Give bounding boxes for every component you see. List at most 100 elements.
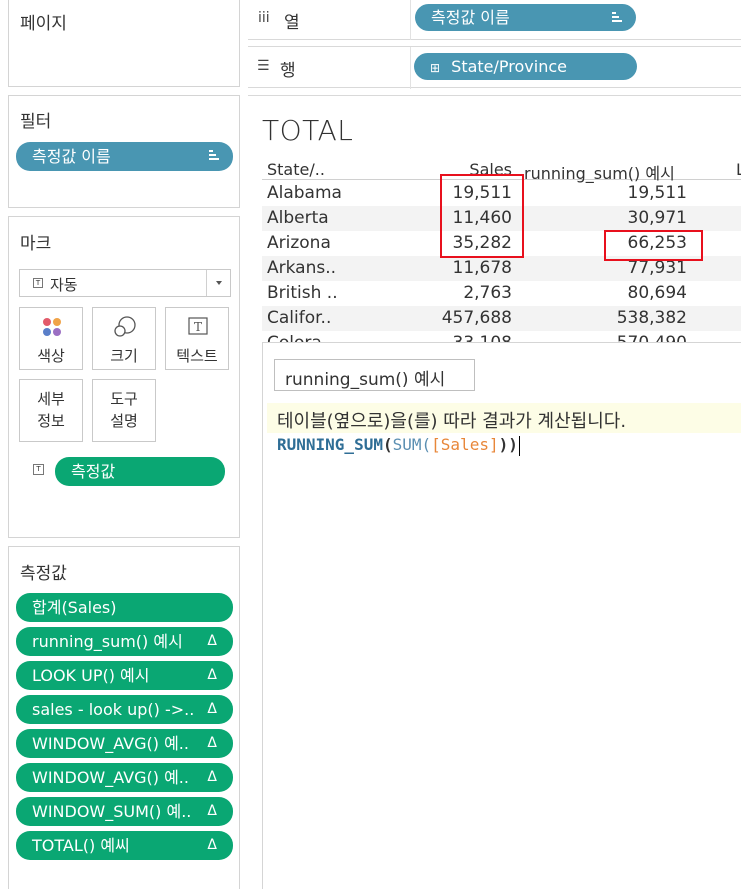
size-button-label: 크기 — [110, 347, 138, 365]
rows-icon: ☰ — [257, 58, 270, 74]
measure-pill-label: running_sum() 예시 — [32, 632, 183, 651]
table-calc-delta-icon: Δ — [207, 667, 217, 683]
cell-state[interactable]: Alabama — [267, 183, 342, 203]
formula-paren: ( — [421, 435, 432, 454]
measure-pill[interactable]: sales - look up() ->.. Δ — [16, 695, 233, 724]
filter-pill-label: 측정값 이름 — [32, 147, 111, 166]
formula-paren: ( — [382, 435, 393, 454]
filter-pill-measure-names[interactable]: 측정값 이름 — [16, 142, 233, 171]
cell-state[interactable]: Arkans.. — [267, 258, 336, 278]
cell-running-sum[interactable]: 80,694 — [628, 283, 687, 303]
filters-title: 필터 — [20, 112, 52, 132]
calc-name-field[interactable]: running_sum() 예시 — [274, 359, 475, 391]
pages-title: 페이지 — [20, 14, 67, 34]
tooltip-button-label: 도구 설명 — [110, 390, 138, 430]
size-icon — [114, 316, 136, 337]
cell-state[interactable]: Arizona — [267, 233, 331, 253]
cell-running-sum[interactable]: 30,971 — [628, 208, 687, 228]
columns-label: 열 — [284, 13, 300, 33]
calc-status-message: 테이블(옆으로)을(를) 따라 결과가 계산됩니다. — [267, 403, 741, 433]
columns-pill-measure-names[interactable]: 측정값 이름 — [415, 4, 636, 31]
table-calc-delta-icon: Δ — [207, 803, 217, 819]
cell-sales[interactable]: 33,108 — [453, 333, 512, 342]
rows-pill-label: State/Province — [451, 57, 567, 76]
size-button[interactable]: 크기 — [92, 307, 156, 370]
table-calc-delta-icon: Δ — [207, 735, 217, 751]
table-calc-delta-icon: Δ — [207, 633, 217, 649]
table-row[interactable]: Colora.. 33,108 570,490 — [262, 331, 741, 342]
measure-pill-label: 합계(Sales) — [32, 598, 117, 617]
text-button[interactable]: T 텍스트 — [165, 307, 229, 370]
measure-pill[interactable]: WINDOW_AVG() 예.. Δ — [16, 763, 233, 792]
columns-icon: iii — [258, 10, 270, 26]
color-button[interactable]: 색상 — [19, 307, 83, 370]
columns-pill-label: 측정값 이름 — [431, 8, 510, 27]
measure-pill[interactable]: WINDOW_AVG() 예.. Δ — [16, 729, 233, 758]
table-row[interactable]: British .. 2,763 80,694 — [262, 281, 741, 306]
color-button-label: 색상 — [37, 347, 65, 365]
color-palette-icon — [43, 318, 61, 336]
text-cursor — [518, 435, 520, 456]
header-next[interactable]: L — [736, 160, 741, 179]
cell-state[interactable]: British .. — [267, 283, 338, 303]
calc-formula-editor[interactable]: RUNNING_SUM(SUM([Sales])) — [277, 435, 520, 456]
measure-pill[interactable]: running_sum() 예시 Δ — [16, 627, 233, 656]
measure-values-card: 측정값 합계(Sales) running_sum() 예시 Δ LOOK UP() … — [8, 546, 240, 889]
filters-card: 필터 측정값 이름 — [8, 95, 240, 208]
measure-values-title: 측정값 — [20, 564, 67, 584]
measure-pill-label: WINDOW_SUM() 예.. — [32, 802, 192, 821]
sort-icon — [612, 11, 622, 23]
table-row[interactable]: Califor.. 457,688 538,382 — [262, 306, 741, 331]
measure-pill-label: sales - look up() ->.. — [32, 700, 195, 719]
table-calc-delta-icon: Δ — [207, 769, 217, 785]
cell-running-sum[interactable]: 77,931 — [628, 258, 687, 278]
expand-icon[interactable]: ⊞ — [430, 61, 440, 75]
rows-shelf: ☰ 행 ⊞ State/Province — [248, 46, 741, 89]
pages-card: 페이지 — [8, 0, 240, 87]
tooltip-button[interactable]: 도구 설명 — [92, 379, 156, 442]
measure-pill[interactable]: LOOK UP() 예시 Δ — [16, 661, 233, 690]
text-icon: T — [188, 317, 208, 335]
view-title: TOTAL — [262, 114, 354, 147]
marks-measure-values-pill[interactable]: 측정값 — [55, 457, 225, 486]
mark-type-value: 자동 — [50, 276, 78, 294]
header-state[interactable]: State/.. — [267, 160, 325, 179]
cell-sales[interactable]: 11,678 — [453, 258, 512, 278]
measure-pill[interactable]: WINDOW_SUM() 예.. Δ — [16, 797, 233, 826]
cell-state[interactable]: Colora.. — [267, 333, 333, 342]
measure-pill[interactable]: TOTAL() 예씨 Δ — [16, 831, 233, 860]
formula-field: [Sales] — [431, 435, 499, 454]
formula-inner-function: SUM — [392, 435, 422, 454]
detail-button-label: 세부 정보 — [37, 390, 65, 430]
marks-title: 마크 — [20, 234, 52, 254]
measure-pill-label: LOOK UP() 예시 — [32, 666, 150, 685]
marks-card: 마크 T 자동 색상 크기 T 텍스트 세부 정보 도구 설명 T 측정값 — [8, 216, 240, 538]
sort-icon — [209, 149, 219, 161]
cell-running-sum[interactable]: 538,382 — [617, 308, 687, 328]
formula-function: RUNNING_SUM — [277, 435, 383, 454]
svg-text:T: T — [194, 320, 202, 334]
cell-running-sum[interactable]: 19,511 — [628, 183, 687, 203]
columns-shelf: iii 열 측정값 이름 — [248, 0, 741, 40]
highlight-running-box — [604, 230, 703, 261]
rows-label: 행 — [280, 61, 296, 81]
mark-type-dropdown[interactable]: T 자동 — [19, 269, 231, 297]
rows-pill-state-province[interactable]: ⊞ State/Province — [414, 53, 637, 80]
text-encoding-icon: T — [33, 464, 44, 475]
formula-paren: )) — [498, 435, 518, 454]
rows-divider — [410, 47, 411, 89]
measure-pill-label: WINDOW_AVG() 예.. — [32, 768, 189, 787]
detail-button[interactable]: 세부 정보 — [19, 379, 83, 442]
cell-sales[interactable]: 457,688 — [442, 308, 512, 328]
cell-state[interactable]: Califor.. — [267, 308, 331, 328]
measure-pill[interactable]: 합계(Sales) — [16, 593, 233, 622]
marks-pill-label: 측정값 — [71, 462, 116, 481]
measure-pill-label: TOTAL() 예씨 — [32, 836, 130, 855]
text-button-label: 텍스트 — [176, 347, 218, 365]
cell-running-sum[interactable]: 570,490 — [617, 333, 687, 342]
chevron-down-icon[interactable] — [206, 270, 230, 296]
highlight-sales-box — [440, 174, 524, 258]
cell-state[interactable]: Alberta — [267, 208, 329, 228]
table-calc-delta-icon: Δ — [207, 837, 217, 853]
cell-sales[interactable]: 2,763 — [463, 283, 512, 303]
